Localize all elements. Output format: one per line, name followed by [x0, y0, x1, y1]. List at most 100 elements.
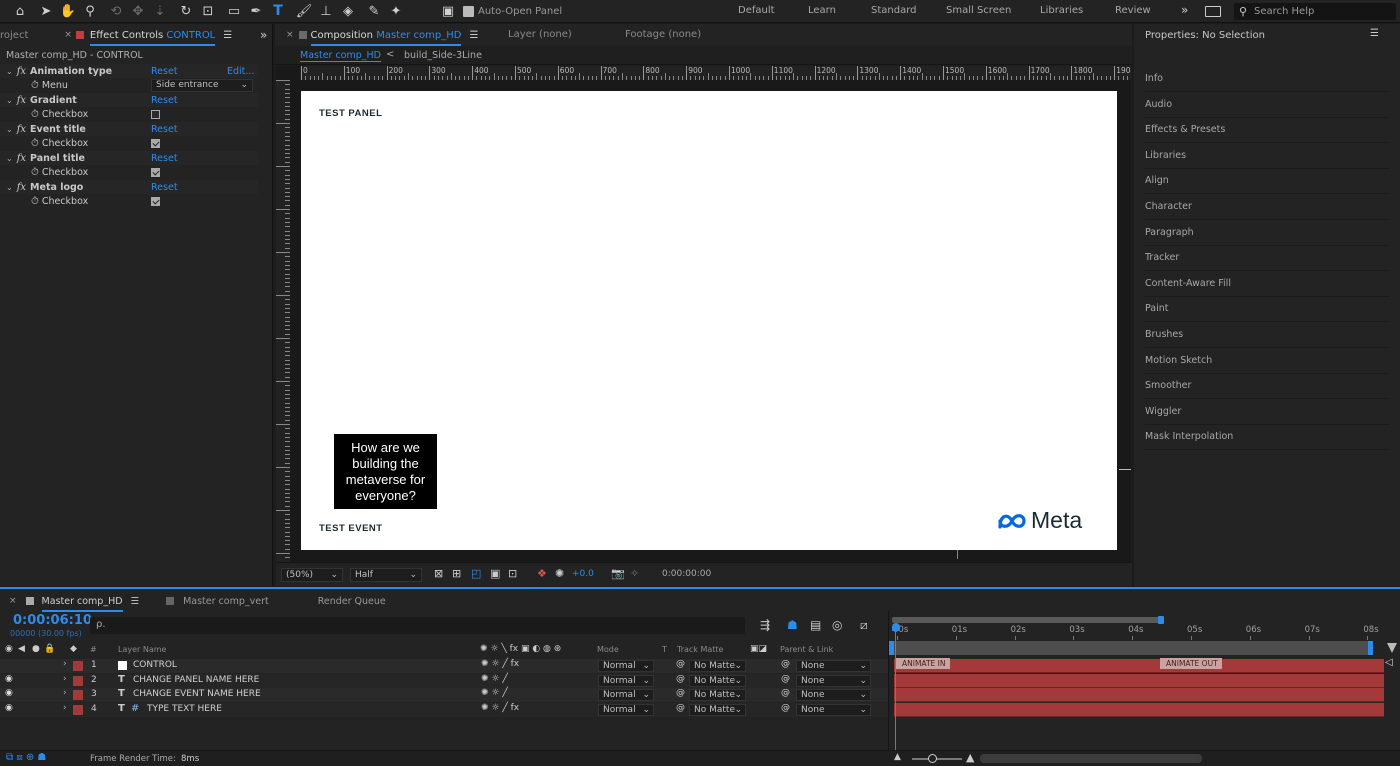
stopwatch-icon[interactable]: ⏱: [31, 109, 39, 120]
layer-duration-bar[interactable]: [894, 702, 1384, 717]
close-icon[interactable]: ×: [64, 30, 72, 40]
parent-dropdown[interactable]: None ⌄: [796, 689, 871, 701]
workspace-learn[interactable]: Learn: [808, 5, 836, 16]
comp-mini-flowchart-icon[interactable]: ⇶: [760, 618, 770, 632]
properties-item[interactable]: Paint: [1145, 297, 1390, 323]
current-timecode[interactable]: 0:00:00:00: [662, 569, 711, 579]
tab-master-comp-hd[interactable]: Master comp_HD: [41, 596, 123, 612]
navigator-end-handle[interactable]: [1368, 641, 1373, 655]
video-visibility-icon[interactable]: ◉: [5, 674, 13, 684]
workspace-standard[interactable]: Standard: [871, 5, 917, 16]
current-time-display[interactable]: 0:00:06:10: [13, 613, 92, 628]
pen-tool-icon[interactable]: ✒: [245, 0, 267, 22]
close-icon[interactable]: ×: [9, 596, 17, 606]
tab-project[interactable]: roject: [0, 30, 28, 41]
nav-master-comp-hd[interactable]: Master comp_HD: [300, 50, 381, 62]
panel-menu-icon[interactable]: ☰: [223, 30, 232, 41]
expand-chevron-icon[interactable]: ⌄: [6, 125, 13, 134]
properties-item[interactable]: Wiggler: [1145, 400, 1390, 425]
type-tool-icon[interactable]: T: [267, 0, 289, 22]
roto-brush-tool-icon[interactable]: ✎: [363, 0, 385, 22]
layer-name[interactable]: CHANGE EVENT NAME HERE: [133, 689, 261, 699]
layer-name[interactable]: TYPE TEXT HERE: [147, 704, 222, 714]
fx-icon[interactable]: fx: [17, 124, 26, 135]
composition-canvas[interactable]: TEST PANEL How are we building the metaver…: [301, 91, 1117, 550]
panel-menu-icon[interactable]: ☰: [131, 596, 140, 607]
pan-tool-icon[interactable]: ✥: [127, 0, 149, 22]
zoom-out-icon[interactable]: ▲: [894, 752, 901, 762]
anchor-tool-icon[interactable]: ⊡: [197, 0, 219, 22]
stopwatch-icon[interactable]: ⏱: [31, 167, 39, 178]
effect-edit-button[interactable]: Edit...: [227, 66, 254, 77]
layer-label-swatch[interactable]: [73, 690, 83, 700]
effect-row[interactable]: ⌄ fx Panel title Reset: [0, 151, 258, 165]
effect-row[interactable]: ⌄ fx Event title Reset: [0, 122, 258, 136]
panel-menu-icon[interactable]: ☰: [469, 30, 478, 41]
video-visibility-icon[interactable]: ◉: [5, 688, 13, 698]
workspace-menu-icon[interactable]: [1205, 6, 1221, 17]
track-matte-dropdown[interactable]: No Matte ⌄: [689, 660, 746, 672]
render-toggle-icons[interactable]: ⧉ ⧈ ⊕ ☗: [6, 752, 46, 763]
parent-dropdown[interactable]: None ⌄: [796, 674, 871, 687]
shy-layers-icon[interactable]: ☗: [787, 618, 798, 632]
effect-reset-button[interactable]: Reset: [151, 153, 178, 164]
rotate-tool-icon[interactable]: ↻: [175, 0, 197, 22]
matte-pickwhip-icon[interactable]: @: [676, 688, 685, 698]
show-snapshot-icon[interactable]: ✧: [630, 567, 639, 580]
auto-open-panel-toggle[interactable]: Auto-Open Panel: [463, 5, 562, 17]
menu-dropdown[interactable]: Side entrance ⌄: [151, 78, 253, 92]
magnification-dropdown[interactable]: (50%) ⌄: [281, 568, 343, 582]
color-management-icon[interactable]: ✺: [555, 567, 564, 580]
parent-dropdown[interactable]: None ⌄: [796, 703, 871, 716]
playhead-line[interactable]: [895, 631, 896, 750]
layer-row[interactable]: ◉ › 3 T CHANGE EVENT NAME HERE ✺ ☼ ╱ Nor…: [0, 688, 888, 702]
track-matte-dropdown[interactable]: No Matte ⌄: [689, 689, 746, 701]
panel-expand-icon[interactable]: »: [260, 28, 267, 42]
layer-end-handle-icon[interactable]: ◁: [1385, 657, 1393, 668]
column-layer-name[interactable]: Layer Name: [118, 645, 166, 654]
fast-previews-icon[interactable]: ⊠: [434, 567, 443, 580]
properties-item[interactable]: Mask Interpolation: [1145, 425, 1390, 451]
channels-icon[interactable]: ❖: [537, 567, 547, 580]
parent-pickwhip-icon[interactable]: @: [781, 659, 790, 669]
resolution-dropdown[interactable]: Half ⌄: [350, 568, 422, 582]
properties-item[interactable]: Smoother: [1145, 374, 1390, 400]
properties-item[interactable]: Character: [1145, 195, 1390, 220]
snapshot-icon[interactable]: 📷: [611, 567, 625, 580]
matte-pickwhip-icon[interactable]: @: [676, 659, 685, 669]
layer-row[interactable]: ◉ › 4 T # TYPE TEXT HERE ✺ ☼ ╱ fx Normal ⌄…: [0, 702, 888, 717]
zoom-in-icon[interactable]: ▲: [966, 751, 974, 764]
layer-duration-bar[interactable]: [894, 688, 1384, 702]
layer-name[interactable]: CHANGE PANEL NAME HERE: [133, 675, 259, 685]
properties-item[interactable]: Info: [1145, 67, 1390, 92]
fx-icon[interactable]: fx: [17, 95, 26, 106]
navigator-start-handle[interactable]: [889, 641, 894, 655]
effect-checkbox[interactable]: [151, 196, 160, 206]
properties-item[interactable]: Motion Sketch: [1145, 349, 1390, 374]
expand-chevron-icon[interactable]: ⌄: [6, 183, 13, 192]
mask-visibility-icon[interactable]: ◰: [471, 567, 481, 580]
stopwatch-icon[interactable]: ⏱: [31, 138, 39, 149]
expand-chevron-icon[interactable]: ⌄: [6, 67, 13, 76]
track-matte-dropdown[interactable]: No Matte ⌄: [689, 703, 746, 716]
layer-duration-bar[interactable]: [894, 659, 1384, 673]
effect-row[interactable]: ⌄ fx Animation type Reset Edit...: [0, 64, 258, 78]
auto-open-checkbox[interactable]: [463, 5, 474, 17]
expand-chevron-icon[interactable]: ⌄: [6, 154, 13, 163]
properties-item[interactable]: Paragraph: [1145, 221, 1390, 246]
workspace-default[interactable]: Default: [738, 5, 775, 16]
fx-icon[interactable]: fx: [17, 66, 26, 77]
comp-marker-bin-icon[interactable]: [1387, 643, 1397, 653]
tab-footage[interactable]: Footage (none): [625, 29, 701, 40]
nav-build-side-3line[interactable]: build_Side-3Line: [404, 50, 482, 61]
effect-checkbox[interactable]: [151, 109, 160, 119]
parent-pickwhip-icon[interactable]: @: [781, 688, 790, 698]
expand-chevron-icon[interactable]: ›: [63, 688, 67, 698]
effect-row[interactable]: ⌄ fx Meta logo Reset: [0, 180, 258, 194]
tab-effect-controls[interactable]: Effect Controls CONTROL: [89, 30, 216, 46]
stopwatch-icon[interactable]: ⏱: [31, 80, 39, 91]
timeline-scrollbar[interactable]: [980, 754, 1202, 763]
grid-guide-icon[interactable]: ⊡: [508, 567, 517, 580]
clone-stamp-tool-icon[interactable]: ⊥: [315, 0, 337, 22]
time-navigator[interactable]: [892, 641, 1372, 655]
